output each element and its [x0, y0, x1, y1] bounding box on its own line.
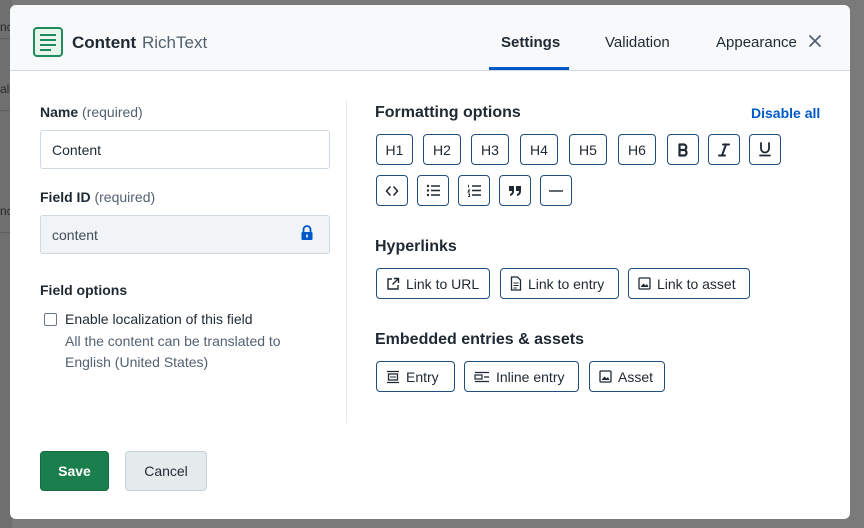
column-divider: [346, 101, 347, 423]
quote-icon: [509, 185, 521, 196]
tab-validation[interactable]: Validation: [605, 34, 670, 51]
code-button[interactable]: [376, 175, 408, 206]
close-icon[interactable]: [806, 32, 824, 50]
embed-asset-label: Asset: [618, 368, 654, 385]
disable-all-link[interactable]: Disable all: [751, 105, 820, 121]
code-icon: [385, 185, 399, 196]
numbered-list-icon: [466, 184, 481, 197]
field-type-subtitle: RichText: [142, 33, 208, 52]
italic-icon: [718, 143, 730, 156]
italic-button[interactable]: [708, 134, 740, 165]
embed-inline-entry-button[interactable]: Inline entry: [464, 361, 579, 392]
external-link-icon: [387, 277, 400, 290]
link-to-url-label: Link to URL: [406, 275, 480, 292]
tab-settings[interactable]: Settings: [501, 34, 560, 51]
h1-button[interactable]: H1: [376, 134, 413, 165]
asset-icon: [599, 370, 612, 383]
h5-button[interactable]: H5: [569, 134, 607, 165]
h4-button[interactable]: H4: [520, 134, 558, 165]
save-button[interactable]: Save: [40, 451, 109, 491]
cancel-button[interactable]: Cancel: [125, 451, 207, 491]
bulleted-list-button[interactable]: [417, 175, 449, 206]
name-label: Name (required): [40, 104, 143, 120]
bold-icon: [678, 142, 688, 157]
background-text: al: [0, 82, 10, 96]
field-id-label: Field ID (required): [40, 189, 156, 205]
entry-icon: [510, 276, 522, 291]
link-to-entry-button[interactable]: Link to entry: [500, 268, 619, 299]
h3-button[interactable]: H3: [471, 134, 509, 165]
numbered-list-button[interactable]: [458, 175, 490, 206]
quote-button[interactable]: [499, 175, 531, 206]
underline-button[interactable]: [749, 134, 781, 165]
field-settings-modal: Content RichText Settings Validation App…: [10, 5, 850, 519]
localization-checkbox-label[interactable]: Enable localization of this field: [65, 311, 253, 327]
field-name-title: Content: [72, 33, 137, 52]
inline-entry-icon: [474, 371, 489, 382]
h2-button[interactable]: H2: [423, 134, 461, 165]
horizontal-rule-icon: [549, 189, 563, 192]
embed-entry-button[interactable]: Entry: [376, 361, 455, 392]
bulleted-list-icon: [426, 184, 440, 197]
bold-button[interactable]: [667, 134, 699, 165]
link-to-url-button[interactable]: Link to URL: [376, 268, 490, 299]
link-to-asset-label: Link to asset: [657, 275, 736, 292]
h6-button[interactable]: H6: [618, 134, 656, 165]
richtext-icon: [33, 27, 63, 57]
modal-header: Content RichText Settings Validation App…: [10, 5, 850, 71]
active-tab-indicator: [489, 67, 569, 70]
embed-inline-entry-label: Inline entry: [496, 368, 565, 385]
asset-icon: [638, 277, 651, 290]
name-input[interactable]: Content: [40, 130, 330, 169]
localization-help-text: All the content can be translated to Eng…: [65, 333, 281, 370]
embedded-entry-icon: [387, 370, 399, 383]
formatting-options-title: Formatting options: [375, 104, 521, 121]
lock-icon: [301, 225, 313, 240]
embed-entry-label: Entry: [406, 368, 439, 385]
underline-icon: [759, 142, 771, 157]
link-to-entry-label: Link to entry: [528, 275, 605, 292]
horizontal-rule-button[interactable]: [540, 175, 572, 206]
field-id-input: content: [40, 215, 330, 254]
field-options-label: Field options: [40, 282, 128, 298]
tab-appearance[interactable]: Appearance: [716, 34, 797, 51]
embedded-title: Embedded entries & assets: [375, 331, 584, 348]
link-to-asset-button[interactable]: Link to asset: [628, 268, 750, 299]
embed-asset-button[interactable]: Asset: [589, 361, 665, 392]
localization-checkbox[interactable]: [44, 313, 57, 326]
hyperlinks-title: Hyperlinks: [375, 238, 457, 255]
